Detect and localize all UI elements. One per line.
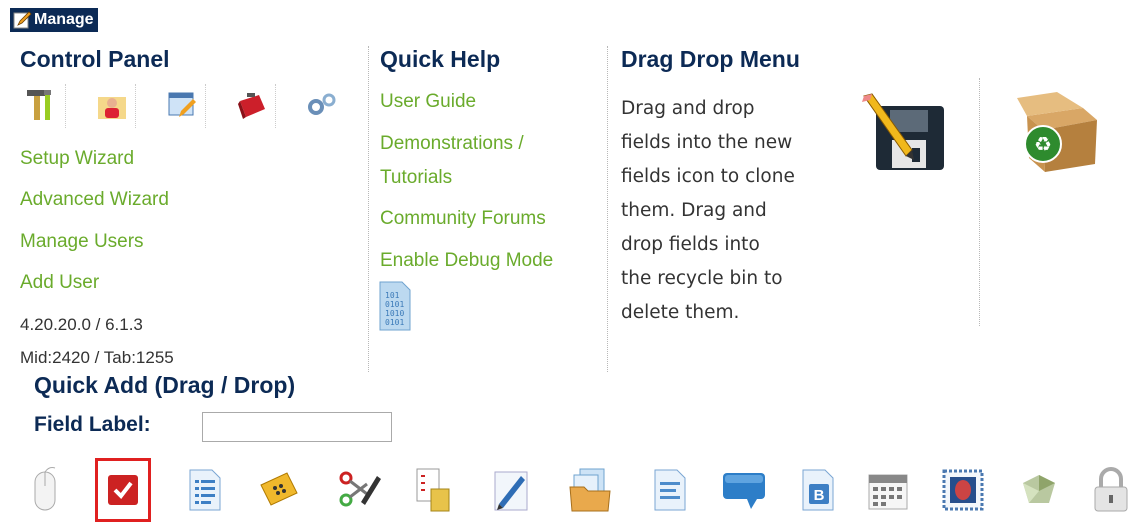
community-forums-link[interactable]: Community Forums: [380, 208, 546, 230]
toolbox-icon[interactable]: [228, 84, 276, 128]
svg-text:B: B: [814, 487, 825, 504]
stamp-icon[interactable]: [935, 458, 991, 522]
gears-icon[interactable]: [298, 84, 345, 128]
version-text: 4.20.20.0 / 6.1.3: [20, 315, 143, 334]
calendar-icon[interactable]: [860, 458, 916, 522]
recycle-bin-icon[interactable]: ♻: [1013, 88, 1105, 177]
gem-icon[interactable]: [1010, 458, 1066, 522]
speech-bubble-icon[interactable]: [716, 458, 772, 522]
field-label-label: Field Label:: [34, 413, 151, 436]
setup-wizard-link[interactable]: Setup Wizard: [20, 148, 134, 170]
instruction-line: delete them.: [621, 302, 740, 323]
manage-title: Manage: [34, 11, 94, 28]
drag-drop-instructions: Drag and drop fields into the new fields…: [621, 92, 849, 330]
instruction-line: fields icon to clone: [621, 166, 795, 187]
instruction-line: drop fields into: [621, 234, 760, 255]
edit-icon: [13, 11, 32, 29]
instruction-line: them. Drag and: [621, 200, 767, 221]
instruction-line: Drag and drop: [621, 98, 755, 119]
quick-help-title: Quick Help: [380, 46, 501, 72]
divider: [979, 78, 980, 326]
lock-icon[interactable]: [1083, 458, 1139, 522]
pencil-icon[interactable]: [483, 458, 539, 522]
user-guide-link[interactable]: User Guide: [380, 91, 476, 113]
instruction-line: fields into the new: [621, 132, 793, 153]
manage-users-link[interactable]: Manage Users: [20, 231, 144, 253]
checklist-doc-icon[interactable]: [405, 458, 461, 522]
tutorials-link[interactable]: Tutorials: [380, 167, 452, 189]
ticket-icon[interactable]: [251, 458, 307, 522]
quick-add-title: Quick Add (Drag / Drop): [34, 372, 296, 398]
control-panel-icons: [18, 84, 367, 128]
new-fields-icon[interactable]: [860, 92, 950, 177]
text-doc-icon[interactable]: [641, 458, 697, 522]
scissors-pen-icon[interactable]: [331, 458, 387, 522]
tools-icon[interactable]: [18, 84, 66, 128]
demonstrations-link[interactable]: Demonstrations /: [380, 133, 524, 155]
svg-text:101: 101: [385, 291, 400, 300]
enable-debug-mode-link[interactable]: Enable Debug Mode: [380, 250, 553, 272]
folder-doc-icon[interactable]: [562, 458, 618, 522]
svg-text:♻: ♻: [1034, 132, 1052, 156]
module-ids-text: Mid:2420 / Tab:1255: [20, 348, 174, 367]
mouse-icon[interactable]: [17, 458, 73, 522]
bold-doc-icon[interactable]: B: [789, 458, 845, 522]
svg-text:0101: 0101: [385, 300, 404, 309]
field-label-input[interactable]: [202, 412, 392, 442]
manage-header[interactable]: Manage: [10, 8, 98, 32]
binary-file-icon[interactable]: 101 0101 1010 0101: [378, 280, 412, 337]
instruction-line: the recycle bin to: [621, 268, 783, 289]
list-doc-icon[interactable]: [176, 458, 232, 522]
user-folder-icon[interactable]: [88, 84, 136, 128]
control-panel-title: Control Panel: [20, 46, 170, 72]
checkbox-icon[interactable]: [95, 458, 151, 522]
divider: [368, 46, 369, 372]
svg-text:1010: 1010: [385, 309, 404, 318]
add-user-link[interactable]: Add User: [20, 272, 99, 294]
drag-drop-menu-title: Drag Drop Menu: [621, 46, 800, 72]
advanced-wizard-link[interactable]: Advanced Wizard: [20, 189, 169, 211]
divider: [607, 46, 608, 372]
svg-text:0101: 0101: [385, 318, 404, 327]
window-edit-icon[interactable]: [158, 84, 206, 128]
